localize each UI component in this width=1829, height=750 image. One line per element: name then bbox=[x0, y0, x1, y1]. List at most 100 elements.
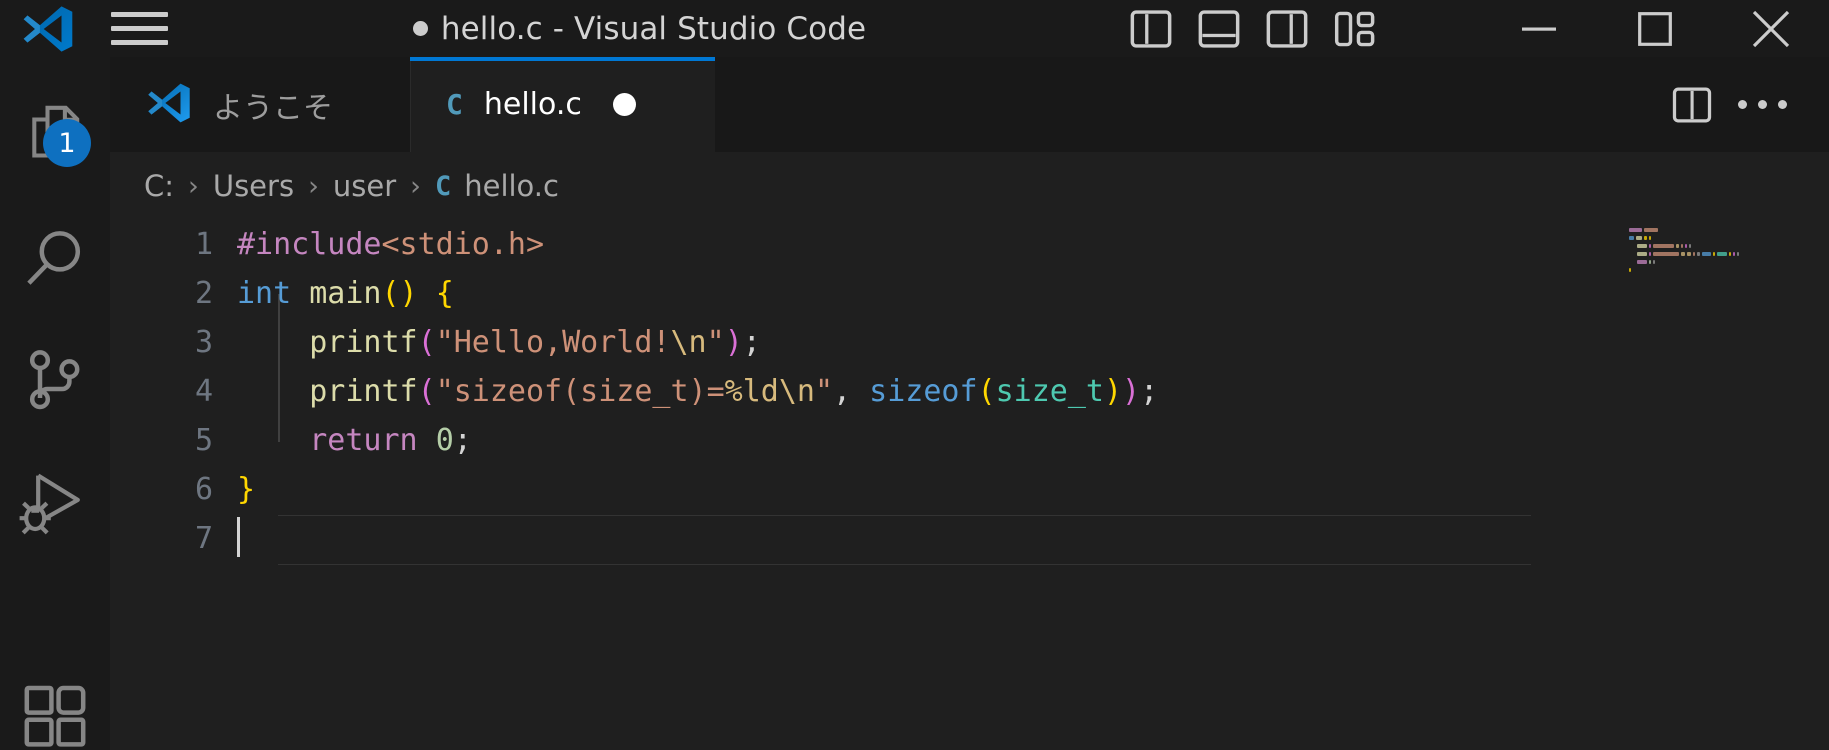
code-line[interactable]: 7 bbox=[110, 514, 1829, 563]
code-token: main bbox=[309, 276, 382, 311]
line-number: 3 bbox=[194, 325, 213, 360]
tab-dirty-indicator[interactable] bbox=[612, 93, 636, 116]
code-token: \n bbox=[778, 374, 815, 409]
code-lines: 1 #include<stdio.h> 2 int main() {3 printf(… bbox=[110, 220, 1829, 563]
code-line[interactable]: 2 int main() { bbox=[110, 269, 1829, 318]
line-number: 1 bbox=[194, 227, 213, 262]
window-title: hello.c - Visual Studio Code bbox=[182, 11, 1117, 47]
editor-region: ようこそ C hello.c C: › Users › user › C hel… bbox=[110, 57, 1829, 750]
c-file-icon: C bbox=[434, 170, 452, 202]
code-line-content bbox=[237, 516, 240, 559]
line-number: 2 bbox=[194, 276, 213, 311]
code-line[interactable]: 5 return 0; bbox=[110, 416, 1829, 465]
code-token: printf bbox=[309, 325, 418, 360]
code-line[interactable]: 4 printf("sizeof(size_t)=%ld\n", sizeof(… bbox=[110, 367, 1829, 416]
breadcrumb: C: › Users › user › C hello.c bbox=[110, 152, 1829, 220]
toggle-primary-sidebar-icon[interactable] bbox=[1117, 0, 1185, 57]
code-token: " bbox=[814, 374, 834, 409]
source-control-icon bbox=[29, 350, 80, 410]
code-token: ) bbox=[724, 325, 743, 360]
breadcrumb-item-users[interactable]: Users bbox=[213, 169, 294, 203]
code-token: #include bbox=[237, 227, 382, 262]
extensions-icon bbox=[24, 685, 86, 747]
code-token: %ld bbox=[724, 374, 779, 409]
minimap[interactable] bbox=[1621, 220, 1829, 750]
more-actions-icon[interactable] bbox=[1727, 57, 1797, 152]
code-token: "sizeof(size_t)= bbox=[435, 374, 725, 409]
code-editor[interactable]: 1 #include<stdio.h> 2 int main() {3 printf(… bbox=[110, 220, 1829, 750]
code-token: "Hello,World! bbox=[435, 325, 671, 360]
code-token: } bbox=[237, 472, 256, 507]
current-line-bottom-border bbox=[278, 564, 1531, 565]
split-editor-right-icon[interactable] bbox=[1657, 57, 1727, 152]
tab-bar: ようこそ C hello.c bbox=[110, 57, 1829, 152]
code-token: ; bbox=[1140, 374, 1159, 409]
code-token: <stdio.h> bbox=[381, 227, 545, 262]
chevron-right-icon: › bbox=[188, 170, 199, 202]
code-line-content: #include<stdio.h> bbox=[237, 227, 544, 262]
editor-actions bbox=[1657, 57, 1829, 152]
search-icon bbox=[27, 231, 81, 285]
current-line-top-border bbox=[278, 515, 1531, 516]
breadcrumb-item-file[interactable]: hello.c bbox=[464, 169, 559, 203]
toggle-panel-icon[interactable] bbox=[1185, 0, 1253, 57]
minimap-line bbox=[1629, 228, 1829, 232]
sidebar-item-search[interactable] bbox=[0, 197, 110, 319]
toggle-secondary-sidebar-icon[interactable] bbox=[1253, 0, 1321, 57]
breadcrumb-item-drive[interactable]: C: bbox=[144, 169, 174, 203]
title-bar: hello.c - Visual Studio Code bbox=[0, 0, 1829, 57]
maximize-button[interactable] bbox=[1597, 0, 1713, 57]
customize-layout-icon[interactable] bbox=[1321, 0, 1389, 57]
close-button[interactable] bbox=[1713, 0, 1829, 57]
code-line-content: } bbox=[237, 472, 255, 507]
tab-hello-c[interactable]: C hello.c bbox=[410, 57, 715, 152]
sidebar-item-run-debug[interactable] bbox=[0, 441, 110, 563]
code-line-content: int main() { bbox=[237, 276, 454, 311]
sidebar-item-source-control[interactable] bbox=[0, 319, 110, 441]
code-token: ( bbox=[417, 325, 436, 360]
minimap-line bbox=[1629, 268, 1829, 272]
vscode-window: hello.c - Visual Studio Code 1 ようこそ C he… bbox=[0, 0, 1829, 750]
code-token: ) bbox=[1103, 374, 1123, 409]
code-line[interactable]: 6} bbox=[110, 465, 1829, 514]
chevron-right-icon: › bbox=[410, 170, 421, 202]
unsaved-dot-icon bbox=[412, 21, 428, 36]
code-line[interactable]: 3 printf("Hello,World!\n"); bbox=[110, 318, 1829, 367]
sidebar-item-explorer[interactable]: 1 bbox=[0, 75, 110, 197]
sidebar-item-extensions[interactable] bbox=[0, 654, 110, 750]
breadcrumb-item-user[interactable]: user bbox=[333, 169, 396, 203]
code-line-content: return 0; bbox=[237, 423, 472, 458]
code-token: { bbox=[435, 276, 454, 311]
text-cursor bbox=[237, 516, 240, 557]
code-line[interactable]: 1 #include<stdio.h> bbox=[110, 220, 1829, 269]
code-token: ( bbox=[977, 374, 996, 409]
code-token: ( bbox=[417, 374, 436, 409]
code-token: 0 bbox=[435, 423, 454, 458]
tab-welcome[interactable]: ようこそ bbox=[110, 57, 410, 152]
layout-controls bbox=[1117, 0, 1389, 57]
code-token: size_t bbox=[995, 374, 1104, 409]
minimize-button[interactable] bbox=[1481, 0, 1597, 57]
window-title-text: hello.c - Visual Studio Code bbox=[440, 10, 867, 47]
chevron-right-icon: › bbox=[308, 170, 319, 202]
code-token: , bbox=[833, 374, 870, 409]
minimap-line bbox=[1629, 260, 1829, 264]
explorer-badge: 1 bbox=[43, 119, 91, 167]
c-file-icon: C bbox=[446, 88, 463, 121]
vscode-logo-icon bbox=[146, 80, 192, 130]
run-debug-icon bbox=[19, 473, 80, 535]
code-line-content: printf("Hello,World!\n"); bbox=[237, 325, 761, 360]
tab-label: ようこそ bbox=[213, 90, 333, 126]
minimap-line bbox=[1629, 276, 1829, 280]
menu-hamburger-icon[interactable] bbox=[96, 0, 182, 57]
code-token: " bbox=[706, 325, 725, 360]
line-number: 5 bbox=[194, 423, 213, 458]
line-number: 7 bbox=[194, 521, 213, 556]
code-line-content: printf("sizeof(size_t)=%ld\n", sizeof(si… bbox=[237, 374, 1158, 409]
minimap-line bbox=[1629, 236, 1829, 240]
